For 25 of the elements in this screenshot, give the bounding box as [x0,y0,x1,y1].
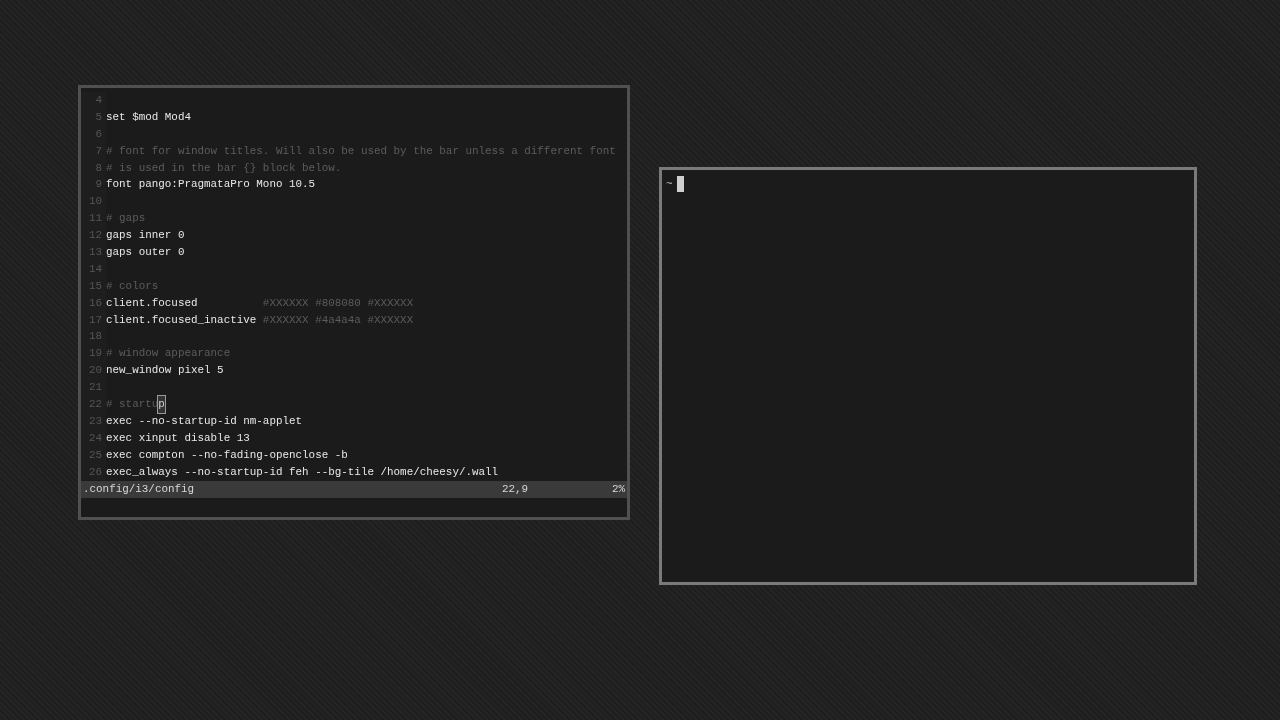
code-text: font pango:PragmataPro Mono 10.5 [106,177,316,193]
code-text: client.focused_inactive [106,312,258,328]
code-text: set $mod Mod4 [106,109,191,125]
code-text: new_window pixel 5 [106,363,224,379]
code-text: exec xinput disable 13 [106,430,250,446]
code-text: exec_always --no-startup-id feh --bg-tile /home/cheesy/.wall [106,464,499,480]
block-cursor [676,176,684,192]
comment-text: #XXXXXX #808080 #XXXXXX [262,295,414,311]
code-text: gaps outer 0 [106,245,185,260]
code-text: client.focused [106,295,199,311]
cursor-position: 22,9 [501,482,530,498]
comment-text: #XXXXXX #4a4a4a #XXXXXX [262,312,414,328]
comment-text: # startu [106,397,159,413]
comment-text: # gaps [106,211,146,227]
comment-text: # is used in the bar {} block below. [106,160,342,176]
text-cursor: p [158,396,165,413]
file-path: .config/i3/config [82,482,196,498]
code-text: gaps inner 0 [106,228,185,244]
scroll-percent: 2% [611,482,626,498]
comment-text: # window appearance [106,346,231,362]
code-text: exec --no-startup-id nm-applet [106,413,303,429]
comment-text: # font for window titles. Will also be used by the bar unless a different font [106,143,616,159]
prompt-text: ~ [666,178,673,190]
comment-text: # colors [106,278,159,294]
code-text: exec compton --no-fading-openclose -b [106,447,348,463]
